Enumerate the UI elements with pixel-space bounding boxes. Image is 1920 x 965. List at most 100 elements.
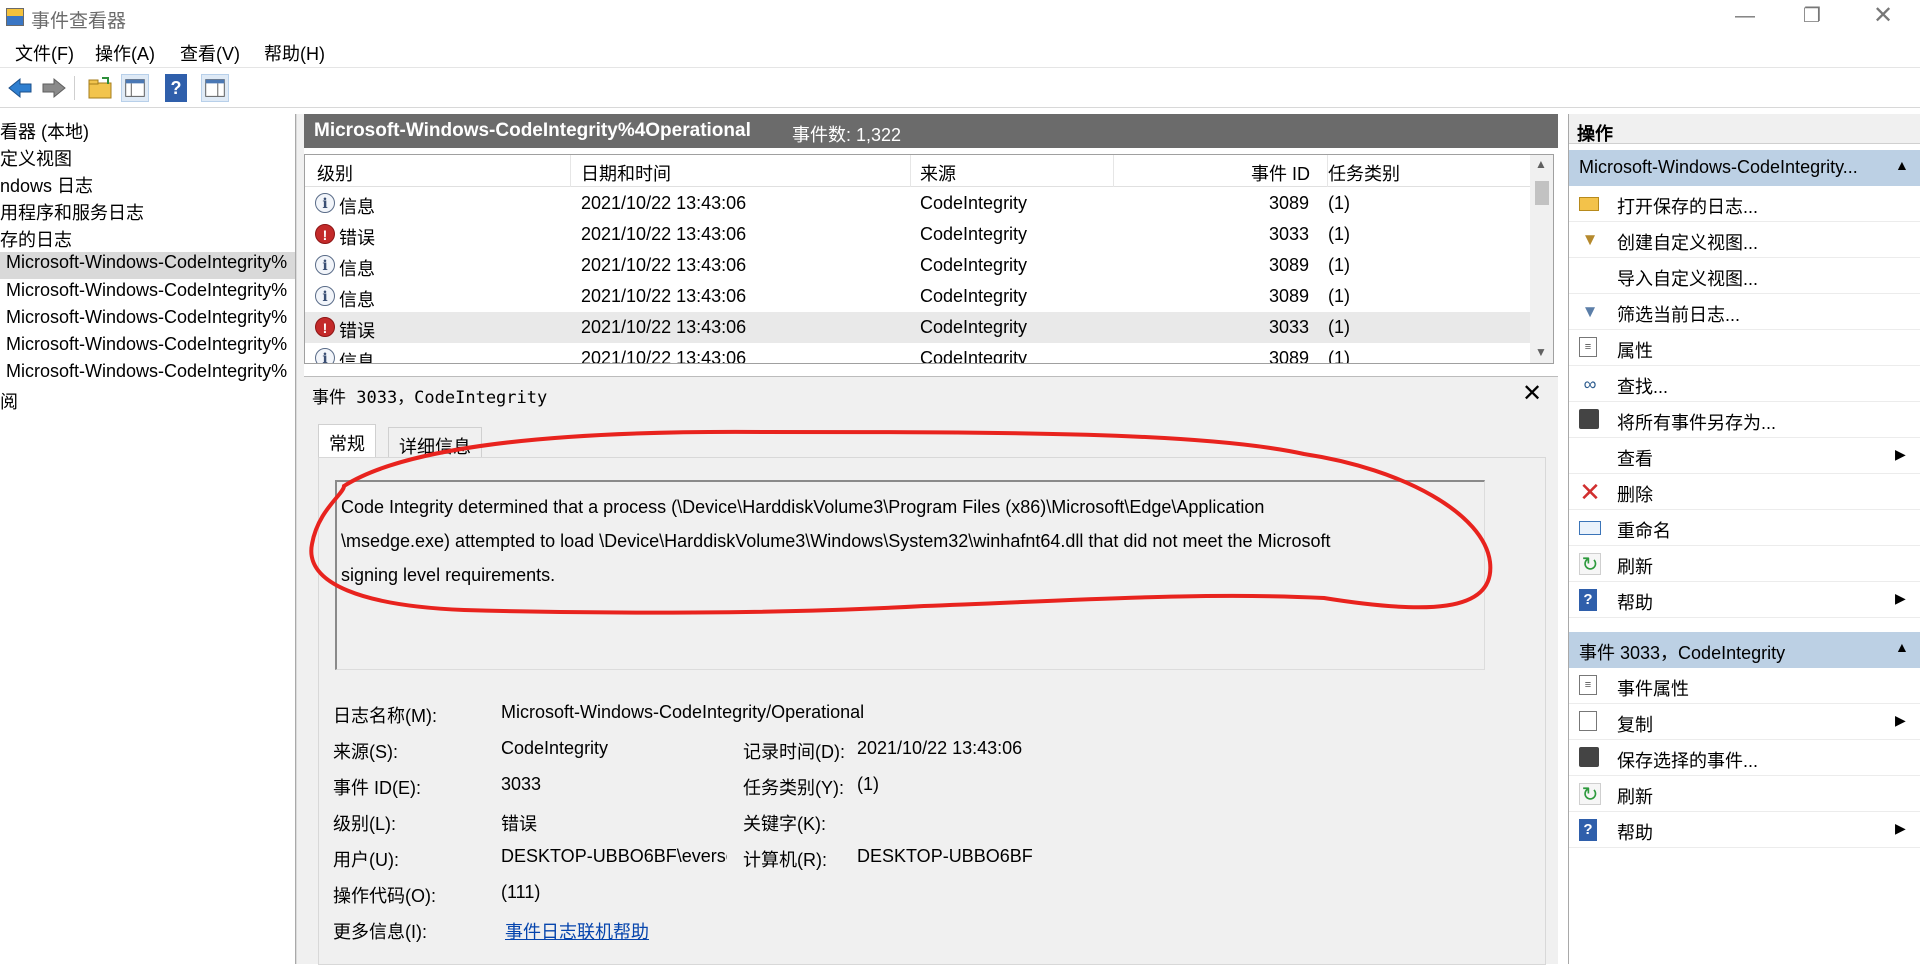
tree-item-saved-logs[interactable]: 存的日志 xyxy=(0,226,72,252)
tree-item-custom-views[interactable]: 定义视图 xyxy=(0,145,72,171)
event-row[interactable]: i 信息 2021/10/22 13:43:06 CodeIntegrity 3… xyxy=(305,250,1530,281)
menu-view[interactable]: 查看(V) xyxy=(180,40,240,66)
event-task: (1) xyxy=(1328,193,1350,213)
event-description[interactable]: Code Integrity determined that a process… xyxy=(335,480,1485,670)
funnel-icon: ▼ xyxy=(1581,230,1599,249)
action-rename[interactable]: 重命名 xyxy=(1569,510,1920,546)
action-label: 刷新 xyxy=(1617,787,1653,807)
column-divider[interactable] xyxy=(1113,155,1114,187)
action-save-all-events[interactable]: 将所有事件另存为... xyxy=(1569,402,1920,438)
tab-details[interactable]: 详细信息 xyxy=(388,427,482,458)
description-line: Code Integrity determined that a process… xyxy=(341,497,1265,517)
help-icon: ? xyxy=(1579,589,1597,611)
action-filter-log[interactable]: ▼ 筛选当前日志... xyxy=(1569,294,1920,330)
menu-action[interactable]: 操作(A) xyxy=(95,40,155,66)
action-label: 将所有事件另存为... xyxy=(1617,413,1777,433)
event-row[interactable]: i 信息 2021/10/22 13:43:06 CodeIntegrity 3… xyxy=(305,281,1530,312)
source-label: 来源(S): xyxy=(333,742,398,762)
tree-item-windows-logs[interactable]: ndows 日志 xyxy=(0,172,93,198)
action-find[interactable]: ∞ 查找... xyxy=(1569,366,1920,402)
open-folder-icon[interactable] xyxy=(86,74,114,102)
close-window-button[interactable]: ✕ xyxy=(1854,0,1912,34)
scroll-thumb[interactable] xyxy=(1535,181,1549,205)
log-header: Microsoft-Windows-CodeIntegrity%4Operati… xyxy=(304,114,1558,148)
event-source: CodeIntegrity xyxy=(920,255,1028,275)
col-datetime[interactable]: 日期和时间 xyxy=(581,160,671,186)
event-row[interactable]: i 信息 2021/10/22 13:43:06 CodeIntegrity 3… xyxy=(305,188,1530,219)
toolbar: ? xyxy=(0,68,1920,108)
help-icon[interactable]: ? xyxy=(165,74,187,102)
log-title: Microsoft-Windows-CodeIntegrity%4Operati… xyxy=(314,120,751,141)
action-help[interactable]: ? 帮助 ▶ xyxy=(1569,582,1920,618)
col-source[interactable]: 来源 xyxy=(920,160,956,186)
info-icon: i xyxy=(315,193,335,213)
tree-item-saved-log-3[interactable]: Microsoft-Windows-CodeIntegrity% xyxy=(6,307,287,328)
tree-item-saved-log-4[interactable]: Microsoft-Windows-CodeIntegrity% xyxy=(6,334,287,355)
action-refresh[interactable]: ↻ 刷新 xyxy=(1569,546,1920,582)
action-label: 属性 xyxy=(1617,341,1653,361)
action-label: 刷新 xyxy=(1617,557,1653,577)
actions-group-event[interactable]: 事件 3033，CodeIntegrity ▲ xyxy=(1569,632,1920,668)
event-row[interactable]: ! 错误 2021/10/22 13:43:06 CodeIntegrity 3… xyxy=(305,219,1530,250)
actions-group-log[interactable]: Microsoft-Windows-CodeIntegrity... ▲ xyxy=(1569,150,1920,186)
column-divider[interactable] xyxy=(570,155,571,187)
close-detail-icon[interactable]: ✕ xyxy=(1522,379,1542,408)
action-copy[interactable]: 复制 ▶ xyxy=(1569,704,1920,740)
show-hide-tree-icon[interactable] xyxy=(121,74,149,102)
maximize-button[interactable]: ❐ xyxy=(1783,0,1841,34)
col-level[interactable]: 级别 xyxy=(317,160,353,186)
action-properties[interactable]: ≡ 属性 xyxy=(1569,330,1920,366)
event-row-selected[interactable]: ! 错误 2021/10/22 13:43:06 CodeIntegrity 3… xyxy=(305,312,1530,343)
action-label: 删除 xyxy=(1617,485,1653,505)
forward-icon[interactable] xyxy=(40,74,68,102)
event-level: 信息 xyxy=(339,290,375,310)
tab-general[interactable]: 常规 xyxy=(318,424,376,458)
collapse-icon[interactable]: ▲ xyxy=(1895,639,1909,655)
info-icon: i xyxy=(315,348,335,363)
menu-file[interactable]: 文件(F) xyxy=(15,40,74,66)
tree-item-saved-log-1[interactable]: Microsoft-Windows-CodeIntegrity% xyxy=(0,252,295,279)
action-help-event[interactable]: ? 帮助 ▶ xyxy=(1569,812,1920,848)
menu-help[interactable]: 帮助(H) xyxy=(264,40,325,66)
col-task-category[interactable]: 任务类别 xyxy=(1328,160,1400,186)
action-delete[interactable]: ✕ 删除 xyxy=(1569,474,1920,510)
event-datetime: 2021/10/22 13:43:06 xyxy=(581,193,747,213)
opcode-label: 操作代码(O): xyxy=(333,886,436,906)
left-pane-scrollbar[interactable] xyxy=(296,114,304,964)
event-id: 3089 xyxy=(1269,193,1310,213)
action-save-selected-events[interactable]: 保存选择的事件... xyxy=(1569,740,1920,776)
action-event-properties[interactable]: ≡ 事件属性 xyxy=(1569,668,1920,704)
event-viewer-app-icon xyxy=(6,8,24,26)
action-import-custom-view[interactable]: 导入自定义视图... xyxy=(1569,258,1920,294)
minimize-button[interactable]: — xyxy=(1716,0,1774,34)
col-event-id[interactable]: 事件 ID xyxy=(1251,160,1310,186)
save-icon xyxy=(1579,409,1599,429)
tree-item-saved-log-5[interactable]: Microsoft-Windows-CodeIntegrity% xyxy=(6,361,287,382)
action-view[interactable]: 查看 ▶ xyxy=(1569,438,1920,474)
tree-item-saved-log-2[interactable]: Microsoft-Windows-CodeIntegrity% xyxy=(6,280,287,301)
event-source: CodeIntegrity xyxy=(920,224,1028,244)
action-refresh-event[interactable]: ↻ 刷新 xyxy=(1569,776,1920,812)
collapse-icon[interactable]: ▲ xyxy=(1895,157,1909,173)
scroll-down-icon[interactable]: ▼ xyxy=(1535,345,1547,359)
center-pane: Microsoft-Windows-CodeIntegrity%4Operati… xyxy=(304,114,1558,965)
action-create-custom-view[interactable]: ▼ 创建自定义视图... xyxy=(1569,222,1920,258)
events-scrollbar[interactable]: ▲ ▼ xyxy=(1530,155,1553,363)
event-row[interactable]: i 信息 2021/10/22 13:43:06 CodeIntegrity 3… xyxy=(305,343,1530,364)
refresh-icon: ↻ xyxy=(1579,783,1601,806)
action-open-saved-log[interactable]: 打开保存的日志... xyxy=(1569,186,1920,222)
online-help-link[interactable]: 事件日志联机帮助 xyxy=(505,918,649,944)
submenu-arrow-icon: ▶ xyxy=(1895,712,1906,728)
refresh-icon: ↻ xyxy=(1579,553,1601,576)
event-datetime: 2021/10/22 13:43:06 xyxy=(581,348,747,364)
tree-item-event-viewer-local[interactable]: 看器 (本地) xyxy=(0,118,89,144)
event-count: 事件数: 1,322 xyxy=(792,125,902,145)
tree-item-app-service-logs[interactable]: 用程序和服务日志 xyxy=(0,199,144,225)
column-divider[interactable] xyxy=(910,155,911,187)
scroll-up-icon[interactable]: ▲ xyxy=(1535,157,1547,171)
tree-item-subscriptions[interactable]: 阅 xyxy=(0,388,18,414)
back-icon[interactable] xyxy=(6,74,34,102)
event-task: (1) xyxy=(1328,286,1350,306)
event-level: 错误 xyxy=(339,228,375,248)
show-hide-action-pane-icon[interactable] xyxy=(201,74,229,102)
